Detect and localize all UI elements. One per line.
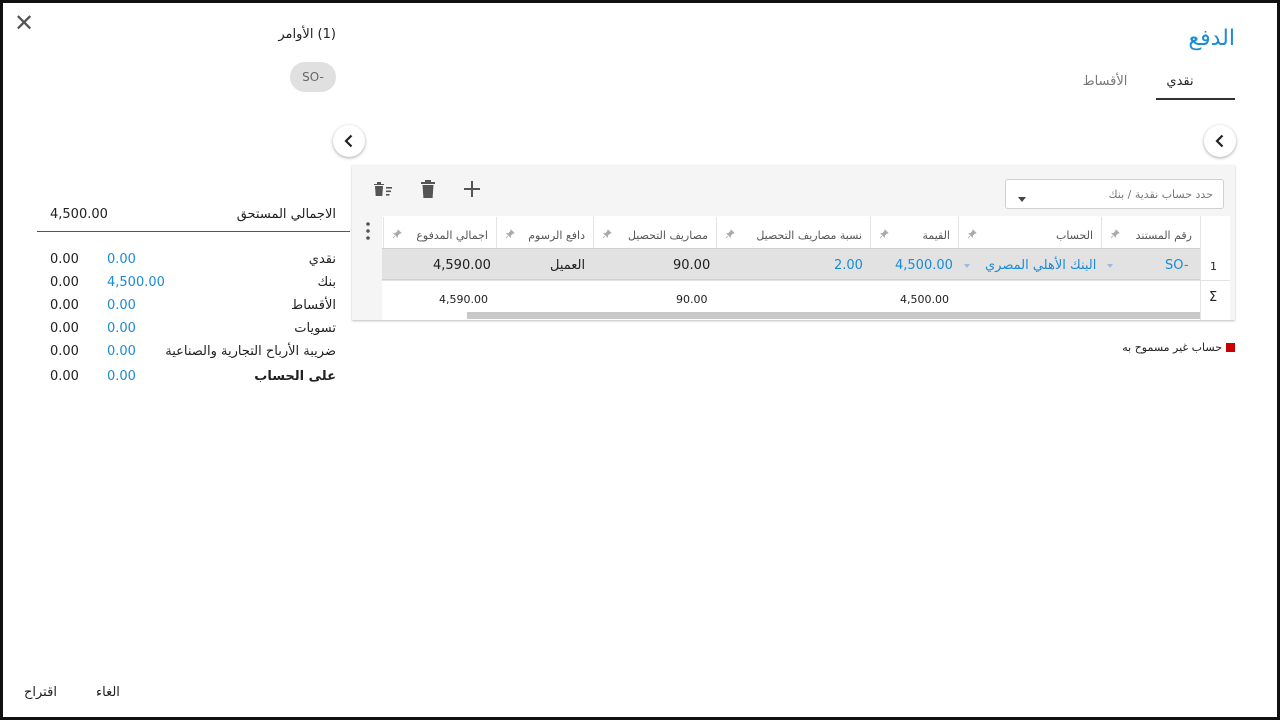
pin-icon[interactable]	[602, 229, 612, 239]
pin-icon[interactable]	[967, 229, 977, 239]
plus-icon[interactable]	[460, 177, 484, 201]
summary-label: الأقساط	[291, 298, 336, 313]
summary-label: على الحساب	[254, 369, 336, 384]
dialog-title: الدفع	[1188, 26, 1235, 51]
summary-row-bank: بنك 4,500.00 0.00	[50, 275, 336, 295]
summary-remaining: 0.00	[50, 252, 79, 267]
delete-sweep-icon[interactable]	[371, 177, 395, 201]
summary-remaining: 0.00	[50, 298, 79, 313]
summary-label: تسويات	[294, 321, 336, 336]
summary-label: نقدي	[308, 252, 336, 267]
summary-remaining: 0.00	[50, 344, 79, 359]
legend-swatch	[1226, 343, 1235, 352]
active-tab-indicator	[1156, 98, 1235, 100]
collapse-panel-chevron-icon[interactable]	[333, 125, 365, 157]
total-amount: 4,500.00	[900, 293, 949, 306]
chevron-left-icon[interactable]	[1204, 125, 1236, 157]
column-header-fee-rate[interactable]: نسبة مصاريف التحصيل	[716, 217, 870, 248]
column-header-account[interactable]: الحساب	[958, 217, 1101, 248]
summary-paid: 0.00	[107, 344, 136, 359]
column-header-doc-no[interactable]: رقم المستند	[1101, 217, 1200, 248]
chevron-down-icon[interactable]	[1018, 197, 1026, 202]
column-header-amount[interactable]: القيمة	[870, 217, 958, 248]
column-header-fee-payer[interactable]: دافع الرسوم	[496, 217, 593, 248]
summary-remaining: 0.00	[50, 321, 79, 336]
divider	[382, 280, 1230, 281]
fee-rate-cell[interactable]: 2.00	[834, 258, 863, 273]
column-header-label: دافع الرسوم	[528, 229, 585, 242]
chevron-down-icon[interactable]	[1107, 264, 1113, 268]
column-header-label: القيمة	[922, 229, 950, 242]
order-chip[interactable]: SO-	[290, 62, 336, 92]
pin-icon[interactable]	[1110, 229, 1120, 239]
total-paid-cell: 4,590.00	[433, 258, 491, 273]
summary-paid: 0.00	[107, 321, 136, 336]
amount-cell[interactable]: 4,500.00	[895, 258, 953, 273]
summary-row-on-account: على الحساب 0.00 0.00	[50, 369, 336, 389]
account-select-placeholder: حدد حساب نقدية / بنك	[1108, 188, 1214, 201]
summary-paid: 0.00	[107, 252, 136, 267]
summary-row-installments: الأقساط 0.00 0.00	[50, 298, 336, 318]
column-header-total-paid[interactable]: اجمالي المدفوع	[383, 217, 496, 248]
account-cell[interactable]: البنك الأهلي المصري	[985, 258, 1096, 273]
pin-icon[interactable]	[392, 229, 402, 239]
summary-row-cash: نقدي 0.00 0.00	[50, 252, 336, 272]
suggest-button[interactable]: اقتراح	[24, 685, 57, 700]
column-header-label: اجمالي المدفوع	[416, 229, 488, 242]
trash-icon[interactable]	[416, 177, 440, 201]
summary-label: ضريبة الأرباح التجارية والصناعية	[165, 344, 336, 359]
total-due-label: الاجمالي المستحق	[236, 207, 336, 222]
summary-row-tax: ضريبة الأرباح التجارية والصناعية 0.00 0.…	[50, 344, 336, 364]
fee-cell: 90.00	[673, 258, 711, 273]
total-fee: 90.00	[676, 293, 708, 306]
row-number: 1	[1210, 260, 1217, 273]
summary-paid: 4,500.00	[107, 275, 165, 290]
summary-remaining: 0.00	[50, 369, 79, 384]
tab-cash[interactable]: نقدي	[1150, 74, 1210, 89]
pin-icon[interactable]	[725, 229, 735, 239]
chevron-down-icon[interactable]	[964, 264, 970, 268]
orders-title: (1) الأوامر	[278, 27, 336, 42]
horizontal-scrollbar[interactable]	[467, 312, 1200, 319]
cancel-button[interactable]: الغاء	[96, 685, 120, 700]
total-due-value: 4,500.00	[50, 207, 108, 222]
close-icon[interactable]: ✕	[12, 11, 36, 35]
column-header-label: الحساب	[1055, 229, 1093, 242]
summary-paid: 0.00	[107, 369, 136, 384]
column-header-label: نسبة مصاريف التحصيل	[756, 229, 862, 242]
tab-installments[interactable]: الأقساط	[1070, 74, 1140, 89]
column-header-fee[interactable]: مصاريف التحصيل	[593, 217, 716, 248]
summary-row-settlements: تسويات 0.00 0.00	[50, 321, 336, 341]
doc-no-cell[interactable]: SO-	[1165, 258, 1189, 273]
sum-icon: Σ	[1209, 290, 1218, 305]
column-header-label: رقم المستند	[1135, 229, 1192, 242]
account-select[interactable]: حدد حساب نقدية / بنك	[1005, 179, 1224, 209]
summary-label: بنك	[317, 275, 337, 290]
pin-icon[interactable]	[879, 229, 889, 239]
legend-label: حساب غير مسموح به	[1122, 341, 1222, 354]
summary-paid: 0.00	[107, 298, 136, 313]
legend: حساب غير مسموح به	[1122, 341, 1235, 354]
pin-icon[interactable]	[505, 229, 515, 239]
column-header-label: مصاريف التحصيل	[627, 229, 708, 242]
summary-remaining: 0.00	[50, 275, 79, 290]
total-paid-sum: 4,590.00	[439, 293, 488, 306]
fee-payer-cell[interactable]: العميل	[550, 258, 585, 273]
column-menu-icon[interactable]	[362, 220, 374, 242]
divider	[37, 231, 350, 232]
